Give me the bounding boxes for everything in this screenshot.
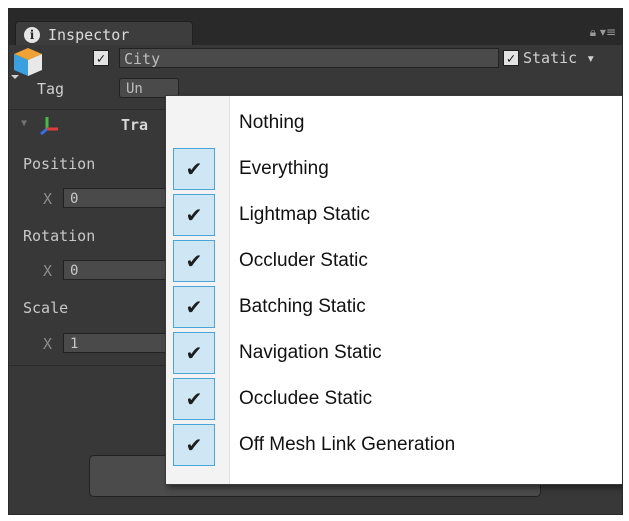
rotation-label: Rotation: [23, 227, 96, 245]
menu-item-off-mesh-link-generation[interactable]: ✔ Off Mesh Link Generation: [166, 422, 622, 468]
menu-item-label: Everything: [239, 158, 329, 179]
inspector-window: i Inspector 🔒︎ ▾≡ ✓ City ✓ Static ▾ Tag …: [8, 8, 623, 515]
checkmark-icon: ✔: [173, 240, 215, 282]
checkmark-icon: ✔: [173, 424, 215, 466]
menu-item-occludee-static[interactable]: ✔ Occludee Static: [166, 376, 622, 422]
checkmark-icon: ✔: [173, 378, 215, 420]
chevron-down-icon: ▾: [586, 49, 596, 67]
panel-menu-icon[interactable]: ▾≡: [600, 25, 616, 39]
menu-item-label: Batching Static: [239, 296, 366, 317]
menu-item-batching-static[interactable]: ✔ Batching Static: [166, 284, 622, 330]
tab-actions: 🔒︎ ▾≡: [590, 25, 616, 40]
info-icon: i: [24, 27, 40, 43]
static-dropdown[interactable]: Static ▾: [523, 48, 595, 68]
tag-label: Tag: [37, 80, 65, 98]
menu-item-label: Occludee Static: [239, 388, 373, 409]
gameobject-cube-icon: [11, 48, 42, 79]
rotation-x-label: X: [43, 262, 53, 280]
active-checkbox[interactable]: ✓: [93, 50, 109, 67]
menu-item-label: Lightmap Static: [239, 204, 370, 225]
menu-item-label: Nothing: [239, 112, 305, 133]
static-checkbox[interactable]: ✓: [503, 50, 519, 67]
tab-bar: i Inspector 🔒︎ ▾≡: [9, 9, 622, 47]
menu-item-nothing[interactable]: Nothing: [166, 100, 622, 146]
menu-item-lightmap-static[interactable]: ✔ Lightmap Static: [166, 192, 622, 238]
position-x-label: X: [43, 190, 53, 208]
checkmark-icon: ✔: [173, 332, 215, 374]
checkmark-icon: ✔: [173, 148, 215, 190]
menu-item-label: Off Mesh Link Generation: [239, 434, 456, 455]
static-flags-menu: Nothing ✔ Everything ✔ Lightmap Static ✔…: [165, 95, 622, 485]
transform-axis-icon: [40, 117, 58, 135]
tab-inspector[interactable]: i Inspector: [15, 21, 193, 47]
checkmark-icon: ✔: [173, 286, 215, 328]
menu-item-label: Navigation Static: [239, 342, 382, 363]
menu-item-everything[interactable]: ✔ Everything: [166, 146, 622, 192]
transform-title: Tra: [121, 116, 149, 134]
scale-label: Scale: [23, 299, 69, 317]
static-label: Static: [523, 49, 578, 67]
scale-x-label: X: [43, 335, 53, 353]
menu-item-navigation-static[interactable]: ✔ Navigation Static: [166, 330, 622, 376]
lock-icon[interactable]: 🔒︎: [590, 25, 596, 39]
position-label: Position: [23, 155, 96, 173]
checkmark-icon: ✔: [173, 194, 215, 236]
foldout-arrow-icon[interactable]: ▼: [21, 118, 27, 129]
tab-label: Inspector: [48, 26, 130, 44]
object-name-field[interactable]: City: [119, 48, 499, 68]
menu-item-occluder-static[interactable]: ✔ Occluder Static: [166, 238, 622, 284]
menu-item-label: Occluder Static: [239, 250, 368, 271]
